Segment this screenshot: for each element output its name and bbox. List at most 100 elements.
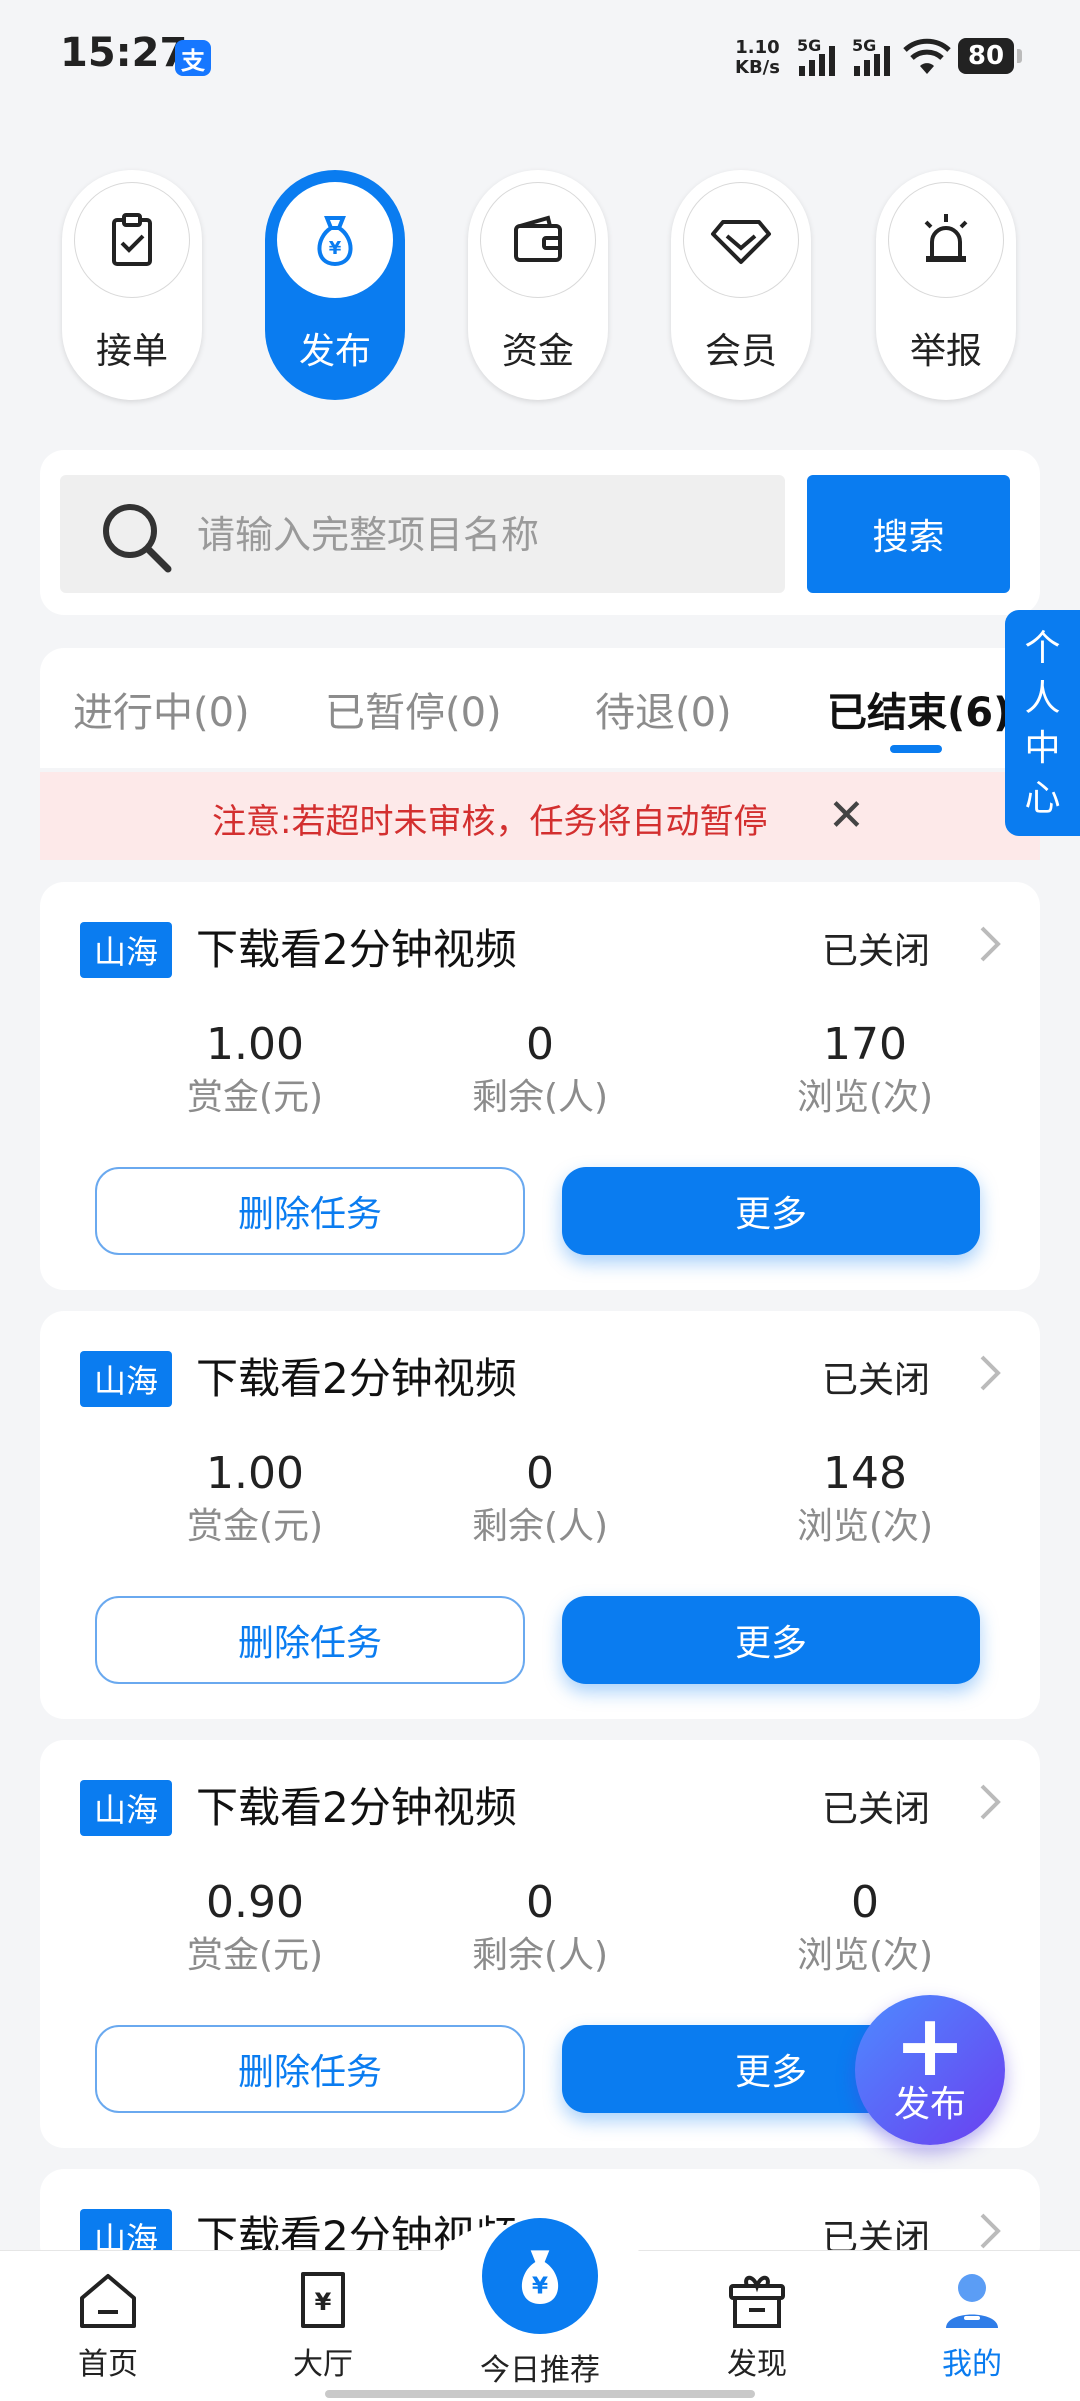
- battery-indicator: 80: [958, 38, 1022, 74]
- receipt-yuan-icon: ¥: [288, 2265, 358, 2335]
- stat-label: 剩余(人): [471, 1935, 609, 1976]
- stat-reward: 0.90 赏金(元): [135, 1875, 375, 1981]
- nav-hall[interactable]: ¥ 大厅: [263, 2265, 383, 2383]
- stat-label: 剩余(人): [471, 1506, 609, 1547]
- fab-label: 发布: [893, 2084, 966, 2125]
- tab-pending-refund[interactable]: 待退(0): [595, 680, 732, 738]
- task-title[interactable]: 下载看2分钟视频: [196, 922, 517, 978]
- nav-label: 我的: [942, 2347, 1002, 2382]
- stat-label: 赏金(元): [186, 1935, 324, 1976]
- home-indicator[interactable]: [325, 2390, 755, 2398]
- more-button[interactable]: 更多: [562, 1167, 980, 1255]
- top-nav-funds[interactable]: 资金: [468, 170, 608, 400]
- task-title[interactable]: 下载看2分钟视频: [196, 1780, 517, 1836]
- stat-value: 148: [823, 1448, 907, 1499]
- stat-views: 148 浏览(次): [745, 1446, 985, 1552]
- network-speed-value: 1.10: [735, 37, 780, 58]
- side-tab-char: 个: [1024, 628, 1061, 669]
- top-nav-label: 举报: [909, 331, 982, 372]
- active-tab-indicator: [890, 745, 942, 753]
- money-bag-icon: ¥: [521, 2250, 559, 2304]
- clipboard-check-icon: [74, 182, 190, 298]
- stat-value: 1.00: [206, 1019, 304, 1070]
- signal-icon: 5G: [795, 36, 855, 78]
- stat-views: 0 浏览(次): [745, 1875, 985, 1981]
- search-input[interactable]: [195, 475, 759, 595]
- svg-text:¥: ¥: [329, 238, 342, 259]
- tab-in-progress[interactable]: 进行中(0): [73, 680, 250, 738]
- stat-label: 剩余(人): [471, 1077, 609, 1118]
- delete-task-button[interactable]: 删除任务: [95, 1596, 525, 1684]
- gift-box-icon: [722, 2265, 792, 2335]
- top-nav-report[interactable]: 举报: [876, 170, 1016, 400]
- platform-badge: 山海: [80, 922, 172, 978]
- stat-label: 浏览(次): [796, 1935, 934, 1976]
- stat-label: 赏金(元): [186, 1077, 324, 1118]
- publish-fab[interactable]: + 发布: [855, 1995, 1005, 2145]
- stat-reward: 1.00 赏金(元): [135, 1446, 375, 1552]
- chevron-right-icon[interactable]: [978, 1353, 1002, 1393]
- alarm-light-icon: [888, 182, 1004, 298]
- tab-paused[interactable]: 已暂停(0): [325, 680, 502, 738]
- user-icon: [937, 2265, 1007, 2335]
- task-status: 已关闭: [822, 1789, 931, 1830]
- task-card: 山海 下载看2分钟视频 已关闭 1.00 赏金(元) 0 剩余(人) 170 浏…: [40, 882, 1040, 1290]
- close-icon[interactable]: ✕: [828, 790, 865, 841]
- nav-home[interactable]: 首页: [48, 2265, 168, 2383]
- stat-value: 1.00: [206, 1448, 304, 1499]
- diamond-icon: [683, 182, 799, 298]
- nav-discover[interactable]: 发现: [697, 2265, 817, 2383]
- stat-value: 0: [526, 1877, 554, 1928]
- status-time: 15:27: [60, 30, 188, 76]
- more-button[interactable]: 更多: [562, 1596, 980, 1684]
- top-nav-accept-orders[interactable]: 接单: [62, 170, 202, 400]
- search-box[interactable]: [60, 475, 785, 595]
- delete-task-button[interactable]: 删除任务: [95, 1167, 525, 1255]
- notice-text: 注意:若超时未审核，任务将自动暂停: [212, 802, 768, 842]
- stat-value: 0: [526, 1448, 554, 1499]
- search-button[interactable]: 搜索: [807, 475, 1010, 593]
- task-status: 已关闭: [822, 931, 931, 972]
- task-status: 已关闭: [822, 1360, 931, 1401]
- nav-mine[interactable]: 我的: [912, 2265, 1032, 2383]
- task-title[interactable]: 下载看2分钟视频: [196, 1351, 517, 1407]
- side-tab-char: 中: [1024, 728, 1061, 769]
- top-nav-label: 资金: [501, 331, 574, 372]
- stat-value: 0: [851, 1877, 879, 1928]
- alipay-icon: 支: [175, 40, 211, 76]
- stat-value: 0: [526, 1019, 554, 1070]
- delete-task-button[interactable]: 删除任务: [95, 2025, 525, 2113]
- chevron-right-icon[interactable]: [978, 924, 1002, 964]
- chevron-right-icon[interactable]: [978, 2211, 1002, 2251]
- stat-value: 170: [823, 1019, 907, 1070]
- nav-label: 首页: [78, 2347, 138, 2382]
- stat-reward: 1.00 赏金(元): [135, 1017, 375, 1123]
- signal-icon: 5G: [850, 36, 910, 78]
- top-nav-publish[interactable]: ¥ 发布: [265, 170, 405, 400]
- top-nav-label: 会员: [704, 331, 777, 372]
- nav-label: 大厅: [293, 2347, 353, 2382]
- svg-text:¥: ¥: [532, 2272, 548, 2300]
- chevron-right-icon[interactable]: [978, 1782, 1002, 1822]
- platform-badge: 山海: [80, 1351, 172, 1407]
- side-tab-char: 人: [1024, 678, 1061, 719]
- platform-badge: 山海: [80, 1780, 172, 1836]
- top-nav-label: 接单: [95, 331, 168, 372]
- wallet-icon: [480, 182, 596, 298]
- top-nav-membership[interactable]: 会员: [671, 170, 811, 400]
- nav-today-center-button[interactable]: ¥: [482, 2218, 598, 2334]
- side-tab-char: 心: [1024, 778, 1061, 819]
- tab-finished[interactable]: 已结束(6): [827, 680, 1011, 738]
- stat-value: 0.90: [206, 1877, 304, 1928]
- stat-remaining: 0 剩余(人): [420, 1446, 660, 1552]
- stat-label: 赏金(元): [186, 1506, 324, 1547]
- stat-label: 浏览(次): [796, 1077, 934, 1118]
- personal-center-tab[interactable]: 个 人 中 心: [1005, 610, 1080, 836]
- wifi-icon: [902, 38, 952, 82]
- search-icon: [98, 499, 174, 579]
- money-bag-icon: ¥: [277, 182, 393, 298]
- top-nav-label: 发布: [298, 331, 371, 372]
- stat-remaining: 0 剩余(人): [420, 1875, 660, 1981]
- home-icon: [73, 2265, 143, 2335]
- stat-remaining: 0 剩余(人): [420, 1017, 660, 1123]
